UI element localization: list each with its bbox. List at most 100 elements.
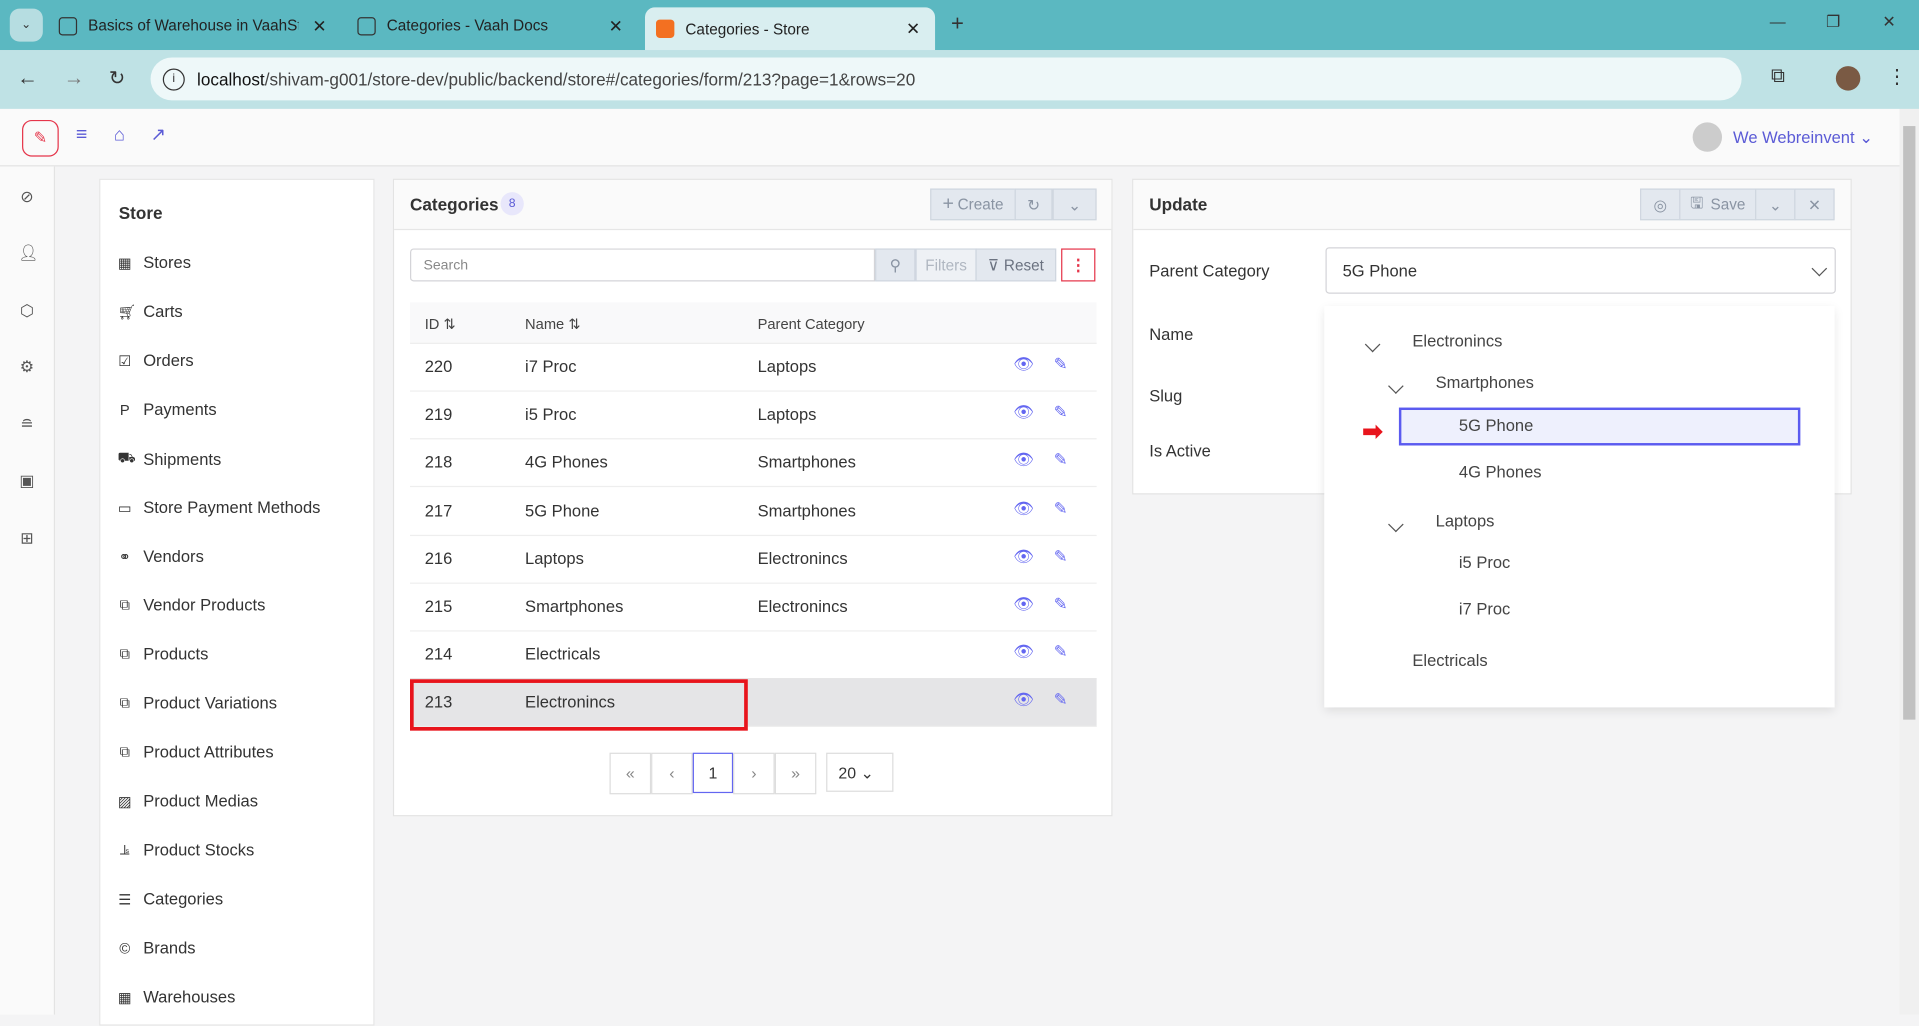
rows-per-page-select[interactable]: 20 ⌄ bbox=[826, 752, 894, 792]
sidebar-item[interactable]: 🛒︎ Carts bbox=[117, 302, 182, 320]
view-button[interactable]: ◎ bbox=[1640, 188, 1681, 221]
last-page-button[interactable]: » bbox=[774, 752, 817, 795]
profile-avatar[interactable] bbox=[1835, 66, 1861, 91]
sidebar-item[interactable]: ▦ Stores bbox=[117, 253, 191, 271]
create-button[interactable]: + Create bbox=[930, 188, 1016, 221]
search-input[interactable]: Search bbox=[410, 248, 876, 282]
table-row[interactable]: 220 i7 Proc Laptops 👁︎ ✎ bbox=[410, 343, 1097, 392]
sidebar-item[interactable]: ▦ Warehouses bbox=[117, 988, 235, 1006]
save-button[interactable]: 🖫︎ Save bbox=[1679, 188, 1757, 221]
back-button[interactable]: ← bbox=[17, 66, 38, 90]
eye-icon[interactable]: 👁︎ bbox=[1013, 691, 1034, 711]
tree-option[interactable]: Smartphones bbox=[1436, 373, 1534, 391]
sidebar-item[interactable]: ⫡ Product Stocks bbox=[117, 841, 254, 859]
menu-toggle-icon[interactable]: ≡ bbox=[76, 125, 87, 147]
external-link-icon[interactable]: ↗ bbox=[151, 124, 166, 146]
user-icon[interactable]: 👤︎ bbox=[18, 244, 38, 262]
close-window-button[interactable]: ✕ bbox=[1882, 12, 1895, 32]
chevron-down-icon[interactable] bbox=[1388, 378, 1404, 394]
app-logo[interactable]: ✎ bbox=[22, 119, 59, 157]
table-row[interactable]: 215 Smartphones Electronincs 👁︎ ✎ bbox=[410, 583, 1097, 632]
tree-option[interactable]: 5G Phone bbox=[1459, 416, 1533, 434]
user-menu[interactable]: We Webreinvent ⌄ bbox=[1733, 129, 1873, 149]
grid-icon[interactable]: ⊞ bbox=[18, 529, 35, 547]
tree-option[interactable]: 4G Phones bbox=[1459, 463, 1542, 481]
first-page-button[interactable]: « bbox=[609, 752, 652, 795]
sidebar-item[interactable]: ⚭ Vendors bbox=[117, 547, 204, 565]
forward-button[interactable]: → bbox=[64, 66, 85, 90]
box-icon[interactable]: ⬡ bbox=[18, 302, 35, 319]
chevron-down-icon[interactable] bbox=[1388, 516, 1404, 533]
sidebar-item[interactable]: ☰ Categories bbox=[117, 890, 223, 908]
table-row[interactable]: 216 Laptops Electronincs 👁︎ ✎ bbox=[410, 535, 1097, 584]
pencil-icon[interactable]: ✎ bbox=[1054, 499, 1068, 519]
refresh-button[interactable]: ↻ bbox=[1014, 188, 1053, 221]
browser-tab[interactable]: Categories - Vaah Docs ✕ bbox=[357, 7, 629, 44]
browser-tab[interactable]: Basics of Warehouse in VaahSto ✕ bbox=[58, 7, 331, 44]
pencil-icon[interactable]: ✎ bbox=[1054, 643, 1068, 663]
close-tab-icon[interactable]: ✕ bbox=[609, 15, 623, 36]
page-1-button[interactable]: 1 bbox=[692, 752, 734, 794]
reload-button[interactable]: ↻ bbox=[109, 66, 125, 90]
eye-icon[interactable]: 👁︎ bbox=[1013, 355, 1034, 375]
eye-icon[interactable]: 👁︎ bbox=[1013, 403, 1034, 423]
browser-menu-icon[interactable]: ⋮ bbox=[1887, 65, 1907, 89]
pencil-icon[interactable]: ✎ bbox=[1054, 403, 1068, 423]
table-row[interactable]: 219 i5 Proc Laptops 👁︎ ✎ bbox=[410, 391, 1097, 440]
pencil-icon[interactable]: ✎ bbox=[1054, 547, 1068, 567]
sidebar-item[interactable]: P Payments bbox=[117, 400, 217, 418]
sidebar-item[interactable]: ☑ Orders bbox=[117, 351, 193, 369]
eye-icon[interactable]: 👁︎ bbox=[1013, 451, 1034, 471]
gear-icon[interactable]: ⚙ bbox=[18, 358, 35, 376]
restore-button[interactable]: ❐ bbox=[1826, 12, 1840, 32]
eye-icon[interactable]: 👁︎ bbox=[1013, 547, 1034, 567]
prev-page-button[interactable]: ‹ bbox=[651, 752, 693, 795]
eye-icon[interactable]: 👁︎ bbox=[1013, 643, 1034, 663]
close-tab-icon[interactable]: ✕ bbox=[312, 15, 326, 36]
table-row[interactable]: 214 Electricals 👁︎ ✎ bbox=[410, 631, 1097, 680]
pencil-icon[interactable]: ✎ bbox=[1054, 451, 1068, 471]
column-id[interactable]: ID ⇅ bbox=[425, 316, 456, 333]
eye-icon[interactable]: 👁︎ bbox=[1013, 595, 1034, 615]
tree-option[interactable]: i7 Proc bbox=[1459, 600, 1510, 618]
database-icon[interactable]: ≘ bbox=[18, 416, 35, 433]
extensions-icon[interactable]: ⧉ bbox=[1771, 66, 1785, 88]
page-scrollbar[interactable] bbox=[1899, 108, 1919, 1015]
sidebar-item[interactable]: ▭ Store Payment Methods bbox=[117, 498, 321, 516]
images-icon[interactable]: ▣ bbox=[18, 472, 35, 489]
user-avatar[interactable] bbox=[1692, 122, 1723, 152]
table-row[interactable]: 218 4G Phones Smartphones 👁︎ ✎ bbox=[410, 439, 1097, 488]
save-options-button[interactable]: ⌄ bbox=[1755, 188, 1796, 221]
home-icon[interactable]: ⌂ bbox=[114, 125, 125, 146]
tree-option[interactable]: Electricals bbox=[1412, 651, 1487, 669]
chevron-down-icon[interactable] bbox=[1364, 336, 1381, 353]
row-actions-menu-button[interactable]: ⋮ bbox=[1061, 248, 1096, 282]
sidebar-item[interactable]: ⧉ Products bbox=[117, 645, 209, 663]
new-tab-button[interactable]: + bbox=[951, 11, 964, 37]
site-info-icon[interactable]: i bbox=[162, 67, 185, 90]
reset-button[interactable]: ⊽ Reset bbox=[975, 248, 1057, 282]
eye-icon[interactable]: 👁︎ bbox=[1013, 499, 1034, 519]
sidebar-item[interactable]: ⛟ Shipments bbox=[117, 449, 221, 469]
pencil-icon[interactable]: ✎ bbox=[1054, 691, 1068, 711]
filters-button[interactable]: Filters bbox=[915, 248, 977, 282]
more-dropdown-button[interactable]: ⌄ bbox=[1052, 188, 1097, 221]
pencil-icon[interactable]: ✎ bbox=[1054, 595, 1068, 615]
tree-option[interactable]: Electronincs bbox=[1412, 332, 1502, 350]
next-page-button[interactable]: › bbox=[733, 752, 775, 795]
browser-tab-active[interactable]: Categories - Store ✕ bbox=[644, 7, 936, 51]
sidebar-item[interactable]: ⧉ Product Variations bbox=[117, 694, 277, 712]
close-form-button[interactable]: ✕ bbox=[1794, 188, 1835, 221]
tree-option[interactable]: i5 Proc bbox=[1459, 553, 1510, 571]
minimize-button[interactable]: — bbox=[1770, 12, 1786, 30]
sidebar-item[interactable]: ▨ Product Medias bbox=[117, 792, 258, 810]
sidebar-item[interactable]: ⧉ Product Attributes bbox=[117, 743, 274, 761]
url-field[interactable]: i localhost/shivam-g001/store-dev/public… bbox=[150, 57, 1742, 101]
tree-option[interactable]: Laptops bbox=[1436, 512, 1495, 530]
column-name[interactable]: Name ⇅ bbox=[525, 316, 581, 333]
parent-category-select[interactable]: 5G Phone bbox=[1325, 247, 1836, 294]
close-tab-icon[interactable]: ✕ bbox=[906, 18, 920, 39]
sidebar-item[interactable]: ⧉ Vendor Products bbox=[117, 596, 266, 614]
compass-icon[interactable]: ⊘ bbox=[18, 188, 35, 205]
table-row[interactable]: 217 5G Phone Smartphones 👁︎ ✎ bbox=[410, 487, 1097, 536]
